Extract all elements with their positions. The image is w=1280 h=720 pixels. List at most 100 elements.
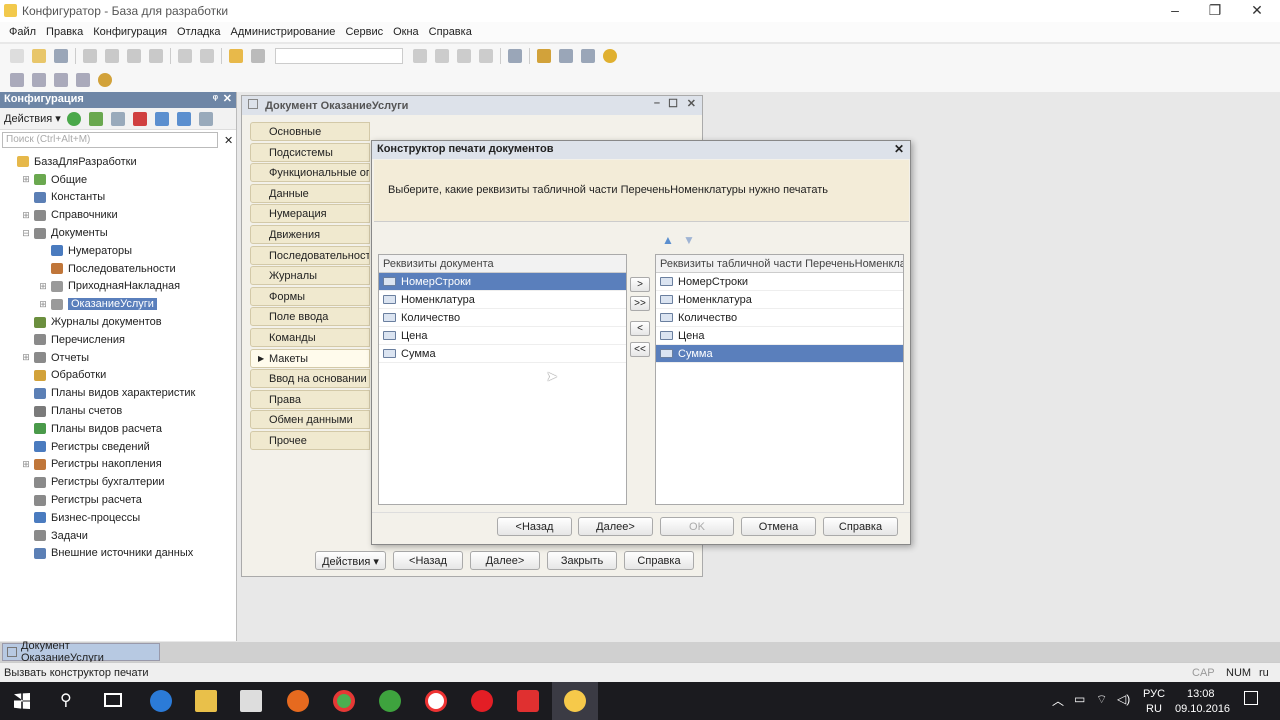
move-up-icon[interactable]	[154, 111, 169, 126]
actions-menu[interactable]: Действия ▾	[4, 112, 61, 125]
section-tab[interactable]: Нумерация	[250, 204, 370, 224]
doc-close-icon[interactable]: ✕	[687, 97, 696, 110]
tree-item[interactable]: Планы счетов	[0, 402, 236, 420]
open-icon[interactable]	[32, 49, 46, 63]
delete-icon[interactable]	[149, 49, 163, 63]
section-tab[interactable]: Права	[250, 389, 370, 409]
config-tree-icon[interactable]	[10, 73, 24, 87]
tree-item[interactable]: Регистры расчета	[0, 491, 236, 509]
menu-item[interactable]: Сервис	[340, 26, 388, 38]
task-view-icon[interactable]	[104, 693, 122, 707]
tree-item[interactable]: Внешние источники данных	[0, 545, 236, 563]
table-field-list-item[interactable]: Сумма	[656, 345, 903, 363]
zoom-icon[interactable]	[251, 49, 265, 63]
utorrent-icon[interactable]	[379, 690, 401, 712]
section-tab[interactable]: Последовательности	[250, 245, 370, 265]
store-icon[interactable]	[240, 690, 262, 712]
tree-expander-icon[interactable]: ⊞	[38, 299, 48, 310]
search-clear-icon[interactable]	[413, 49, 427, 63]
search-close-icon[interactable]: ✕	[224, 134, 233, 147]
menu-item[interactable]: Отладка	[172, 26, 225, 38]
dialog-close-icon[interactable]: ✕	[894, 142, 904, 156]
tree-item[interactable]: ⊞ ПриходнаяНакладная	[0, 278, 236, 296]
tree-item[interactable]: Регистры сведений	[0, 438, 236, 456]
document-field-list-item[interactable]: Сумма	[379, 345, 626, 363]
taskbar-time[interactable]: 13:08	[1187, 688, 1215, 700]
syntax-help-icon[interactable]	[559, 49, 573, 63]
section-tab[interactable]: Функциональные опции	[250, 163, 370, 183]
taskbar-region[interactable]: RU	[1146, 703, 1162, 715]
menu-item[interactable]: Окна	[388, 26, 424, 38]
dialog-help-button[interactable]: Справка	[823, 517, 898, 536]
config-save-icon[interactable]	[76, 73, 90, 87]
tree-item[interactable]: Бизнес-процессы	[0, 509, 236, 527]
tree-item[interactable]: ⊞ Справочники	[0, 206, 236, 224]
pin-icon[interactable]: ᵠ	[213, 93, 218, 105]
menu-item[interactable]: Конфигурация	[88, 26, 172, 38]
tree-item[interactable]: Константы	[0, 189, 236, 207]
section-tab[interactable]: Прочее	[250, 431, 370, 450]
section-tab[interactable]: Подсистемы	[250, 142, 370, 162]
table-field-list-item[interactable]: Цена	[656, 327, 903, 345]
tree-expander-icon[interactable]: ⊞	[21, 210, 31, 221]
tree-item[interactable]: Задачи	[0, 527, 236, 545]
search-combo[interactable]	[275, 48, 403, 64]
config-compare-icon[interactable]	[32, 73, 46, 87]
menu-item[interactable]: Правка	[41, 26, 88, 38]
search-taskbar-icon[interactable]: ⚲	[60, 690, 72, 710]
firefox-icon[interactable]	[287, 690, 309, 712]
move-down-icon[interactable]	[176, 111, 191, 126]
doc-back-button[interactable]: <Назад	[393, 551, 463, 570]
tree-item[interactable]: ⊞ Отчеты	[0, 349, 236, 367]
section-tab[interactable]: Движения	[250, 225, 370, 244]
close-window-icon[interactable]: ✕	[1245, 2, 1269, 19]
tree-item[interactable]: Последовательности	[0, 260, 236, 278]
doc-next-button[interactable]: Далее>	[470, 551, 540, 570]
menu-item[interactable]: Файл	[4, 26, 41, 38]
tree-expander-icon[interactable]: ⊞	[21, 352, 31, 363]
tree-item[interactable]: Планы видов расчета	[0, 420, 236, 438]
table-field-list-item[interactable]: НомерСтроки	[656, 273, 903, 291]
tree-item[interactable]: ⊞ Общие	[0, 171, 236, 189]
tree-expander-icon[interactable]: ⊞	[21, 174, 31, 185]
yandex-browser-icon[interactable]	[517, 690, 539, 712]
search-prev-icon[interactable]	[457, 49, 471, 63]
add-all-fields-button[interactable]: >>	[630, 296, 650, 311]
search-all-icon[interactable]	[479, 49, 493, 63]
search-next-icon[interactable]	[435, 49, 449, 63]
doc-minimize-icon[interactable]: –	[654, 97, 660, 109]
taskbar-lang[interactable]: РУС	[1143, 688, 1165, 700]
menu-item[interactable]: Справка	[424, 26, 477, 38]
add-field-button[interactable]: >	[630, 277, 650, 292]
copy-item-icon[interactable]	[110, 111, 125, 126]
tree-expander-icon[interactable]: ⊞	[21, 459, 31, 470]
restore-icon[interactable]: ❐	[1203, 2, 1227, 19]
section-tab[interactable]: Журналы	[250, 266, 370, 286]
remove-all-fields-button[interactable]: <<	[630, 342, 650, 357]
document-field-list-item[interactable]: Цена	[379, 327, 626, 345]
copy-icon[interactable]	[105, 49, 119, 63]
document-field-list-item[interactable]: Количество	[379, 309, 626, 327]
tree-item[interactable]: Регистры бухгалтерии	[0, 473, 236, 491]
opera-icon[interactable]	[471, 690, 493, 712]
edit-icon[interactable]	[581, 49, 595, 63]
redo-icon[interactable]	[200, 49, 214, 63]
remove-field-button[interactable]: <	[630, 321, 650, 336]
tree-expander-icon[interactable]: ⊟	[21, 228, 31, 239]
table-field-list-item[interactable]: Количество	[656, 309, 903, 327]
minimize-icon[interactable]: –	[1163, 2, 1187, 18]
tree-item[interactable]: ⊞ Регистры накопления	[0, 456, 236, 474]
yandex-icon[interactable]	[425, 690, 447, 712]
wifi-icon[interactable]: ⌔	[1096, 692, 1107, 707]
debug-icon[interactable]	[537, 49, 551, 63]
menu-item[interactable]: Администрирование	[226, 26, 341, 38]
tray-chevron-icon[interactable]: ︿	[1052, 692, 1064, 709]
document-field-list-item[interactable]: НомерСтроки	[379, 273, 626, 291]
edit-item-icon[interactable]	[88, 111, 103, 126]
taskbar-active-app[interactable]	[552, 682, 598, 720]
document-field-list-item[interactable]: Номенклатура	[379, 291, 626, 309]
dialog-cancel-button[interactable]: Отмена	[741, 517, 816, 536]
dialog-back-button[interactable]: <Назад	[497, 517, 572, 536]
section-tab[interactable]: Ввод на основании	[250, 369, 370, 389]
chrome-icon[interactable]	[333, 690, 355, 712]
